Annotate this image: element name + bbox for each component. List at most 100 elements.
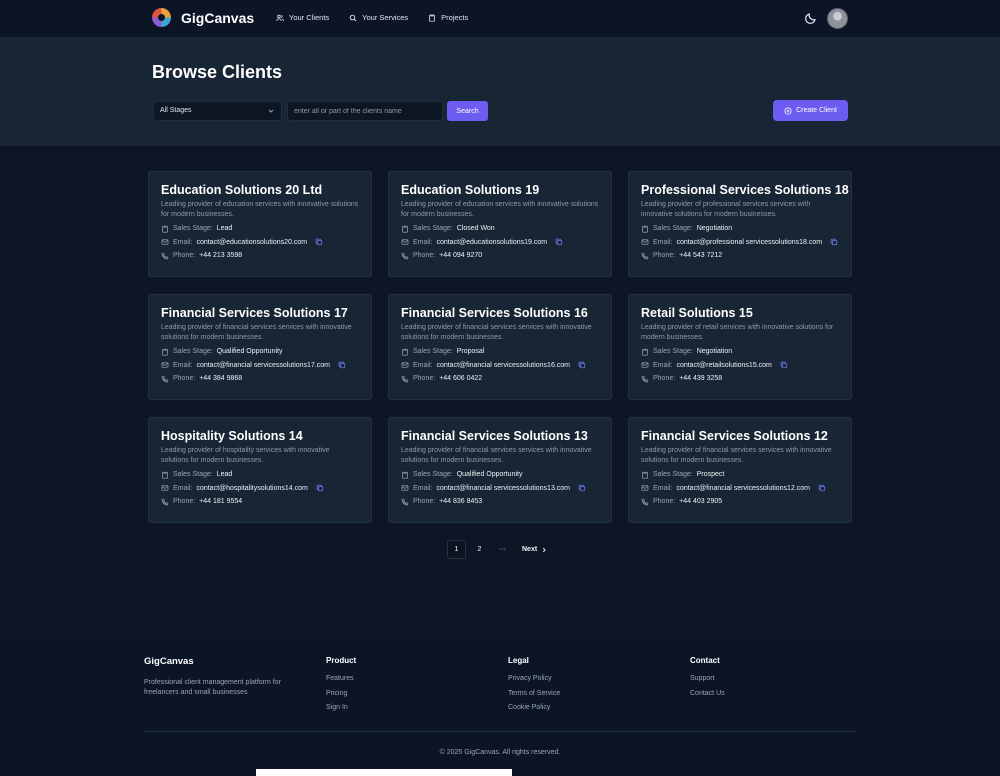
client-name: Financial Services Solutions 17: [161, 306, 348, 320]
phone-row: Phone: +44 606 0422: [401, 374, 599, 384]
footer-col-legal: Legal Privacy Policy Terms of Service Co…: [508, 656, 560, 719]
footer-link-terms[interactable]: Terms of Service: [508, 690, 560, 705]
stage-label: Sales Stage:: [173, 471, 213, 479]
nav-label: Projects: [441, 13, 469, 22]
copy-icon[interactable]: [818, 484, 826, 492]
clipboard-icon: [162, 348, 168, 356]
client-card[interactable]: Financial Services Solutions 17 Leading …: [148, 294, 372, 400]
users-icon: [276, 14, 284, 21]
search-icon: [349, 14, 357, 21]
email-label: Email:: [173, 238, 193, 246]
stage-label: Sales Stage:: [653, 225, 693, 233]
footer-link-contact-us[interactable]: Contact Us: [690, 690, 725, 705]
stage-label: Sales Stage:: [653, 348, 693, 356]
email-value[interactable]: contact@hospitalitysolutions14.com: [196, 485, 307, 492]
email-value[interactable]: contact@educationsolutions19.com: [436, 239, 547, 246]
nav-projects[interactable]: Projects: [428, 13, 468, 22]
copy-icon[interactable]: [316, 484, 324, 492]
copy-icon[interactable]: [338, 361, 346, 369]
client-name: Financial Services Solutions 13: [401, 429, 588, 443]
email-value[interactable]: contact@retailsolutions15.com: [676, 362, 771, 369]
page-1-button[interactable]: 1: [447, 540, 466, 559]
client-card[interactable]: Education Solutions 20 Ltd Leading provi…: [148, 171, 372, 277]
sales-stage-row: Sales Stage: Lead: [161, 470, 359, 480]
email-value[interactable]: contact@professional servicessolutions18…: [676, 239, 822, 246]
phone-row: Phone: +44 403 2905: [641, 497, 839, 507]
client-name: Education Solutions 19: [401, 183, 540, 197]
email-value[interactable]: contact@financial servicessolutions16.co…: [436, 362, 570, 369]
hero-section: Browse Clients All Stages Search Create …: [0, 37, 1000, 146]
phone-label: Phone:: [413, 375, 436, 383]
footer-link-support[interactable]: Support: [690, 675, 725, 690]
search-button[interactable]: Search: [447, 101, 488, 121]
copy-icon[interactable]: [780, 361, 788, 369]
client-card[interactable]: Retail Solutions 15 Leading provider of …: [628, 294, 852, 400]
brand[interactable]: GigCanvas: [152, 8, 254, 27]
phone-icon: [161, 375, 169, 383]
main-nav: Your Clients Your Services Projects: [276, 13, 468, 22]
stage-value: Prospect: [696, 471, 725, 479]
email-value[interactable]: contact@financial servicessolutions17.co…: [196, 362, 330, 369]
stage-label: Sales Stage:: [413, 348, 453, 356]
client-search-input[interactable]: [287, 101, 443, 121]
footer-link-privacy[interactable]: Privacy Policy: [508, 675, 560, 690]
client-card[interactable]: Hospitality Solutions 14 Leading provide…: [148, 417, 372, 523]
copy-icon[interactable]: [578, 361, 586, 369]
email-value[interactable]: contact@educationsolutions20.com: [196, 239, 307, 246]
email-row: Email: contact@financial servicessolutio…: [401, 361, 599, 371]
pagination: 1 2 ··· Next: [447, 540, 547, 559]
email-label: Email:: [173, 484, 193, 492]
email-row: Email: contact@financial servicessolutio…: [641, 484, 839, 494]
stage-label: Sales Stage:: [653, 471, 693, 479]
email-label: Email:: [173, 361, 193, 369]
nav-your-services[interactable]: Your Services: [349, 13, 408, 22]
client-description: Leading provider of hospitality services…: [161, 447, 330, 464]
footer-col-contact: Contact Support Contact Us: [690, 656, 725, 704]
stage-label: Sales Stage:: [173, 225, 213, 233]
client-card[interactable]: Education Solutions 19 Leading provider …: [388, 171, 612, 277]
client-description: Leading provider of professional service…: [641, 201, 811, 218]
footer-link-cookie[interactable]: Cookie Policy: [508, 704, 560, 719]
email-row: Email: contact@hospitalitysolutions14.co…: [161, 484, 359, 494]
client-card[interactable]: Professional Services Solutions 18 Leadi…: [628, 171, 852, 277]
client-card[interactable]: Financial Services Solutions 12 Leading …: [628, 417, 852, 523]
copy-icon[interactable]: [830, 238, 838, 246]
email-row: Email: contact@financial servicessolutio…: [401, 484, 599, 494]
sales-stage-row: Sales Stage: Qualified Opportunity: [401, 470, 599, 480]
phone-value: +44 181 9554: [199, 498, 243, 506]
phone-icon: [641, 498, 649, 506]
stage-label: Sales Stage:: [413, 225, 453, 233]
top-navbar: GigCanvas Your Clients Your Services Pro…: [0, 0, 1000, 37]
sales-stage-row: Sales Stage: Closed Won: [401, 224, 599, 234]
footer-link-pricing[interactable]: Pricing: [326, 690, 356, 705]
page-2-button[interactable]: 2: [470, 540, 489, 559]
copy-icon[interactable]: [315, 238, 323, 246]
app-name: GigCanvas: [181, 9, 255, 26]
client-card[interactable]: Financial Services Solutions 13 Leading …: [388, 417, 612, 523]
footer-link-sign-in[interactable]: Sign In: [326, 704, 356, 719]
client-name: Financial Services Solutions 12: [641, 429, 828, 443]
next-page-button[interactable]: Next: [522, 546, 547, 553]
phone-value: +44 543 7212: [679, 252, 723, 260]
phone-value: +44 606 0422: [439, 375, 483, 383]
select-value: All Stages: [160, 107, 192, 114]
client-card[interactable]: Financial Services Solutions 16 Leading …: [388, 294, 612, 400]
copy-icon[interactable]: [555, 238, 563, 246]
email-value[interactable]: contact@financial servicessolutions13.co…: [436, 485, 570, 492]
stage-value: Negotiation: [696, 348, 733, 356]
user-avatar[interactable]: [827, 8, 848, 29]
clipboard-icon: [642, 348, 648, 356]
sales-stage-select[interactable]: All Stages: [153, 101, 282, 121]
email-label: Email:: [653, 238, 673, 246]
stage-value: Negotiation: [696, 225, 733, 233]
create-client-button[interactable]: Create Client: [773, 100, 848, 121]
email-value[interactable]: contact@financial servicessolutions12.co…: [676, 485, 810, 492]
copy-icon[interactable]: [578, 484, 586, 492]
phone-label: Phone:: [173, 375, 196, 383]
sales-stage-row: Sales Stage: Negotiation: [641, 224, 839, 234]
nav-your-clients[interactable]: Your Clients: [276, 13, 329, 22]
clipboard-icon: [162, 225, 168, 233]
footer-link-features[interactable]: Features: [326, 675, 356, 690]
moon-icon[interactable]: [804, 12, 817, 25]
phone-value: +44 439 3258: [679, 375, 723, 383]
